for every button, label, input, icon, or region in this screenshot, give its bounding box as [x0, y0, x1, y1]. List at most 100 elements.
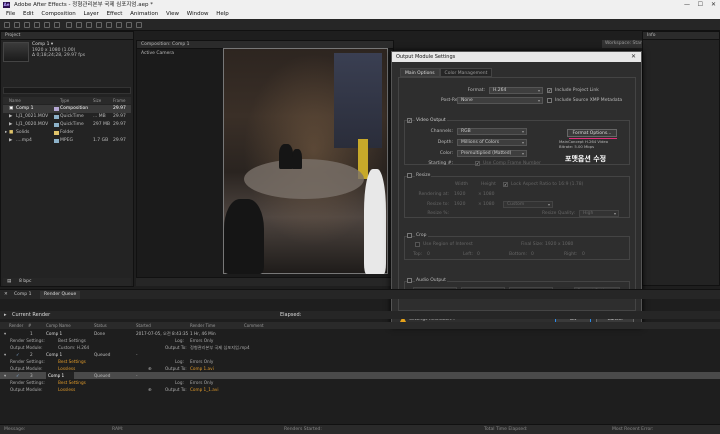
format-select[interactable]: H.264 ▾: [489, 87, 543, 94]
menu-help[interactable]: Help: [216, 11, 229, 17]
label-swatch[interactable]: [54, 107, 59, 111]
add-output-icon[interactable]: ⊕: [148, 386, 152, 393]
col-number[interactable]: #: [28, 322, 31, 329]
project-item[interactable]: ▶ LJ1_0020.MOV QuickTime 297 MB 29.97: [3, 121, 131, 129]
resize-preset-select[interactable]: Custom ▾: [503, 201, 553, 208]
output-module-value[interactable]: Lossless: [58, 365, 75, 372]
menu-file[interactable]: File: [6, 11, 15, 17]
crop-left-value[interactable]: 0: [477, 252, 480, 257]
output-module-value[interactable]: Custom: H.264: [58, 344, 89, 351]
minimize-button[interactable]: —: [684, 0, 690, 10]
log-value[interactable]: Errors Only: [190, 358, 213, 365]
output-to-value[interactable]: Comp 1.avi: [190, 365, 214, 372]
rectangle-tool-icon[interactable]: [66, 22, 72, 28]
include-project-link-checkbox[interactable]: ✓: [547, 88, 552, 93]
camera-tool-icon[interactable]: [44, 22, 50, 28]
project-item[interactable]: ▣ Comp 1 Composition 29.97: [3, 105, 131, 113]
post-render-select[interactable]: None ▾: [457, 97, 543, 104]
puppet-tool-icon[interactable]: [136, 22, 142, 28]
format-options-button[interactable]: Format Options...: [567, 129, 617, 137]
audio-output-checkbox[interactable]: [407, 278, 412, 283]
depth-select[interactable]: Millions of Colors ▾: [457, 139, 527, 146]
roto-brush-tool-icon[interactable]: [126, 22, 132, 28]
info-tab[interactable]: Info: [643, 32, 719, 40]
project-item[interactable]: ▶ LJ1_0021.MOV QuickTime ... MB 29.97: [3, 113, 131, 121]
col-size[interactable]: Size: [93, 97, 101, 104]
expand-arrow-icon[interactable]: ▸: [5, 129, 7, 137]
project-search-input[interactable]: [3, 87, 131, 94]
crop-bottom-value[interactable]: 0: [531, 252, 534, 257]
menu-composition[interactable]: Composition: [41, 11, 75, 17]
lock-aspect-checkbox[interactable]: ✓: [503, 182, 508, 187]
col-status[interactable]: Status: [94, 322, 107, 329]
crop-checkbox[interactable]: [407, 233, 412, 238]
menu-view[interactable]: View: [166, 11, 179, 17]
col-started[interactable]: Started: [136, 322, 151, 329]
project-panel-tab[interactable]: Project: [1, 32, 133, 40]
dialog-close-button[interactable]: ✕: [631, 52, 636, 62]
bit-depth-button[interactable]: 8 bpc: [19, 279, 31, 284]
project-item[interactable]: ▶ ....mp4 MPEG 1.7 GB 29.97: [3, 137, 131, 145]
item-comp-name[interactable]: Comp 1: [46, 372, 75, 379]
log-value[interactable]: Errors Only: [190, 337, 213, 344]
crop-right-value[interactable]: 0: [582, 252, 585, 257]
use-comp-frame-checkbox[interactable]: ✓: [475, 161, 480, 166]
label-swatch[interactable]: [54, 123, 59, 127]
hand-tool-icon[interactable]: [14, 22, 20, 28]
rotate-tool-icon[interactable]: [34, 22, 40, 28]
use-roi-checkbox[interactable]: [415, 242, 420, 247]
render-settings-value[interactable]: Best Settings: [58, 337, 86, 344]
color-select[interactable]: Premultiplied (Matted) ▾: [457, 150, 527, 157]
col-render[interactable]: Render: [9, 322, 23, 329]
render-item[interactable]: ▾ 1 Comp 1 Done 2017-07-05, 오전 8:43:35 1…: [0, 330, 720, 337]
col-comment[interactable]: Comment: [244, 322, 264, 329]
menu-animation[interactable]: Animation: [130, 11, 158, 17]
render-settings-value[interactable]: Best Settings: [58, 358, 86, 365]
render-checkbox[interactable]: ✓: [16, 372, 20, 379]
clone-stamp-tool-icon[interactable]: [106, 22, 112, 28]
close-window-button[interactable]: ✕: [711, 0, 716, 10]
output-to-value[interactable]: 정형관리본부 국제 심포지엄.mp4: [190, 344, 250, 351]
output-module-value[interactable]: Lossless: [58, 386, 75, 393]
video-output-checkbox[interactable]: ✓: [407, 118, 412, 123]
close-tab-icon[interactable]: ✕: [4, 291, 8, 299]
eraser-tool-icon[interactable]: [116, 22, 122, 28]
maximize-button[interactable]: ☐: [698, 0, 703, 10]
expand-arrow-icon[interactable]: ▾: [4, 330, 6, 337]
pan-behind-tool-icon[interactable]: [54, 22, 60, 28]
label-swatch[interactable]: [54, 115, 59, 119]
output-to-value[interactable]: Comp 1_1.avi: [190, 386, 219, 393]
label-swatch[interactable]: [54, 131, 59, 135]
render-item[interactable]: ▾ ✓ 3 Comp 1 Queued -: [0, 372, 720, 379]
resize-quality-select[interactable]: High ▾: [579, 210, 619, 217]
expand-arrow-icon[interactable]: ▾: [4, 351, 6, 358]
add-output-icon[interactable]: ⊕: [148, 365, 152, 372]
selection-tool-icon[interactable]: [4, 22, 10, 28]
pen-tool-icon[interactable]: [76, 22, 82, 28]
col-comp-name[interactable]: Comp Name: [46, 322, 71, 329]
menu-window[interactable]: Window: [187, 11, 209, 17]
resize-checkbox[interactable]: [407, 173, 412, 178]
menu-effect[interactable]: Effect: [107, 11, 123, 17]
render-checkbox[interactable]: ✓: [16, 351, 20, 358]
crop-top-value[interactable]: 0: [427, 252, 430, 257]
col-type[interactable]: Type: [60, 97, 69, 104]
tab-render-queue[interactable]: Render Queue: [40, 291, 81, 299]
expand-arrow-icon[interactable]: ▾: [4, 372, 6, 379]
col-render-time[interactable]: Render Time: [190, 322, 215, 329]
tab-main-options[interactable]: Main Options: [400, 68, 440, 77]
tab-comp-1[interactable]: Comp 1: [14, 291, 31, 299]
comp-frame-image[interactable]: [223, 48, 388, 274]
log-value[interactable]: Errors Only: [190, 379, 213, 386]
tab-color-management[interactable]: Color Management: [439, 68, 493, 77]
project-item[interactable]: ▸ ■ Solids Folder: [3, 129, 131, 137]
menu-edit[interactable]: Edit: [23, 11, 34, 17]
label-swatch[interactable]: [54, 139, 59, 143]
trash-icon[interactable]: ▤: [7, 279, 11, 284]
render-item[interactable]: ▾ ✓ 2 Comp 1 Queued -: [0, 351, 720, 358]
menu-layer[interactable]: Layer: [83, 11, 98, 17]
channels-select[interactable]: RGB ▾: [457, 128, 527, 135]
include-xmp-checkbox[interactable]: [547, 98, 552, 103]
zoom-tool-icon[interactable]: [24, 22, 30, 28]
render-settings-value[interactable]: Best Settings: [58, 379, 86, 386]
